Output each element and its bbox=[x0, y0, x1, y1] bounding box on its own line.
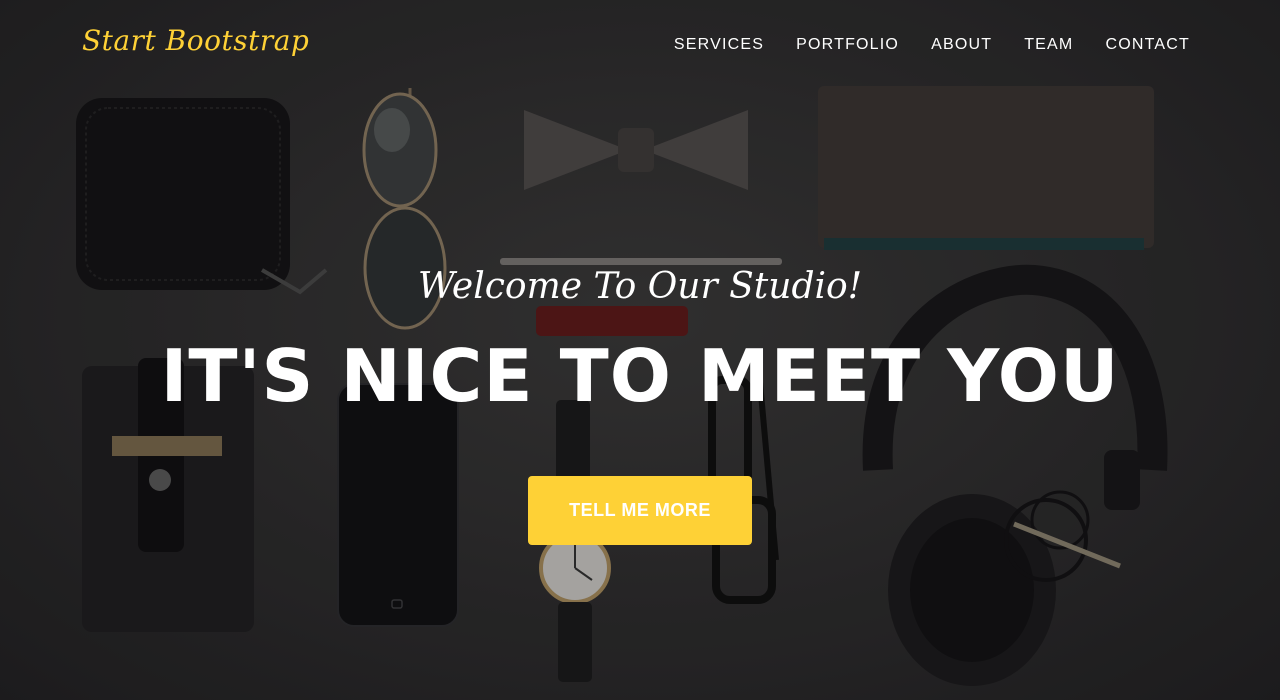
brand-logo-link[interactable]: Start Bootstrap bbox=[82, 24, 309, 57]
hero-heading: IT'S NICE TO MEET YOU bbox=[160, 334, 1120, 418]
nav-link-team[interactable]: TEAM bbox=[1024, 36, 1073, 54]
tell-me-more-button[interactable]: TELL ME MORE bbox=[528, 476, 752, 545]
nav-link-portfolio[interactable]: PORTFOLIO bbox=[796, 36, 899, 54]
hero-subheading: Welcome To Our Studio! bbox=[417, 266, 863, 307]
hero-section: Start Bootstrap SERVICES PORTFOLIO ABOUT… bbox=[0, 0, 1280, 700]
nav-link-about[interactable]: ABOUT bbox=[931, 36, 992, 54]
nav-link-contact[interactable]: CONTACT bbox=[1105, 36, 1190, 54]
nav-link-services[interactable]: SERVICES bbox=[674, 36, 764, 54]
navbar: Start Bootstrap SERVICES PORTFOLIO ABOUT… bbox=[0, 0, 1280, 92]
nav-links: SERVICES PORTFOLIO ABOUT TEAM CONTACT bbox=[674, 36, 1190, 54]
